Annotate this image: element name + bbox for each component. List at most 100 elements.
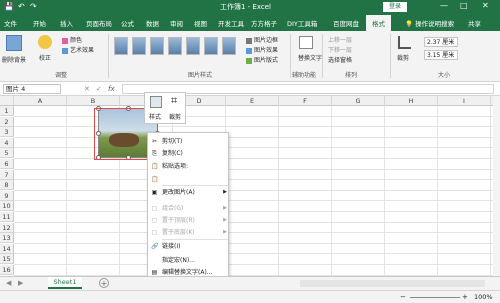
help-search[interactable]: 💡 操作说明搜索 bbox=[405, 18, 454, 28]
sheet-tab-sheet1[interactable]: Sheet1 bbox=[48, 277, 82, 289]
picture-style-2[interactable] bbox=[132, 37, 146, 55]
tab-developer[interactable]: 开发工具 bbox=[218, 18, 244, 28]
tab-page-layout[interactable]: 页面布局 bbox=[86, 18, 112, 28]
context-menu-item[interactable]: 🔗 链接(I) bbox=[148, 241, 230, 252]
row-header[interactable]: 13 bbox=[0, 233, 14, 244]
maximize-icon[interactable]: □ bbox=[460, 1, 468, 10]
tab-insert[interactable]: 插入 bbox=[60, 18, 73, 28]
art-effects-button[interactable]: 艺术效果 bbox=[62, 45, 94, 54]
context-menu-item[interactable]: 指定宏(N)... bbox=[148, 255, 230, 266]
row-header[interactable]: 6 bbox=[0, 159, 14, 169]
picture-effects-button[interactable]: 图片效果 bbox=[246, 45, 278, 54]
picture-style-7[interactable] bbox=[222, 37, 236, 55]
zoom-in-button[interactable]: + bbox=[462, 293, 468, 301]
zoom-level[interactable]: 100% bbox=[474, 293, 493, 301]
zoom-slider[interactable] bbox=[410, 297, 460, 298]
row-header[interactable]: 9 bbox=[0, 190, 14, 201]
tab-formulas[interactable]: 公式 bbox=[121, 18, 134, 28]
context-menu-item[interactable]: ▢ 置于底层(K) ▶ bbox=[148, 227, 230, 238]
tab-format[interactable]: 格式 bbox=[366, 15, 391, 31]
tab-view[interactable]: 视图 bbox=[194, 18, 207, 28]
mini-style-button[interactable]: 样式 bbox=[149, 112, 161, 121]
bring-forward-button[interactable]: 上移一层 bbox=[328, 35, 352, 44]
mini-crop-button[interactable]: 裁剪 bbox=[169, 112, 181, 121]
send-backward-button[interactable]: 下移一层 bbox=[328, 45, 352, 54]
row-header[interactable]: 1 bbox=[0, 106, 14, 116]
row-header[interactable]: 12 bbox=[0, 222, 14, 233]
row-header[interactable]: 16 bbox=[0, 265, 14, 275]
row-header[interactable]: 5 bbox=[0, 148, 14, 159]
tab-data[interactable]: 数据 bbox=[146, 18, 159, 28]
context-menu-item[interactable]: 📋 粘贴选项: bbox=[148, 161, 230, 172]
width-input[interactable]: 3.15 厘米 bbox=[424, 50, 458, 60]
picture-style-5[interactable] bbox=[186, 37, 200, 55]
minimize-icon[interactable]: — bbox=[440, 1, 448, 10]
selection-pane-button[interactable]: 选择窗格 bbox=[328, 55, 352, 64]
row-header[interactable]: 10 bbox=[0, 201, 14, 212]
enter-icon[interactable]: ✓ bbox=[96, 85, 102, 93]
picture-style-3[interactable] bbox=[150, 37, 164, 55]
crop-button[interactable]: 裁剪 bbox=[397, 53, 409, 62]
row-header[interactable]: 8 bbox=[0, 180, 14, 191]
tab-review[interactable]: 审阅 bbox=[170, 18, 183, 28]
brightness-icon[interactable] bbox=[38, 35, 52, 49]
picture-border-button[interactable]: 图片边框 bbox=[246, 35, 278, 44]
tab-baidu-netdisk[interactable]: 百度网盘 bbox=[333, 18, 359, 28]
select-all-corner[interactable] bbox=[0, 96, 14, 106]
scroll-left-icon[interactable]: ◀ bbox=[6, 279, 11, 287]
column-header[interactable]: B bbox=[67, 96, 120, 106]
context-menu-item[interactable]: ✂ 剪切(T) bbox=[148, 136, 230, 147]
tab-home[interactable]: 开始 bbox=[33, 18, 46, 28]
scroll-right-icon[interactable]: ▶ bbox=[18, 279, 23, 287]
share-button[interactable]: 共享 bbox=[468, 18, 481, 28]
picture-style-1[interactable] bbox=[114, 37, 128, 55]
context-menu-item[interactable]: ▢ 组合(G) ▶ bbox=[148, 203, 230, 214]
correct-button[interactable]: 校正 bbox=[39, 53, 51, 62]
save-icon[interactable]: 💾 bbox=[4, 2, 14, 11]
name-box[interactable]: 图片 4 bbox=[3, 84, 61, 94]
context-menu-item[interactable]: 📋 bbox=[148, 174, 230, 185]
row-header[interactable]: 15 bbox=[0, 254, 14, 265]
column-header[interactable]: A bbox=[14, 96, 67, 106]
horizontal-scrollbar[interactable] bbox=[300, 280, 485, 287]
add-sheet-button[interactable]: + bbox=[99, 278, 109, 288]
row-header[interactable]: 3 bbox=[0, 127, 14, 138]
undo-icon[interactable]: ↶ bbox=[18, 2, 25, 11]
column-header[interactable]: F bbox=[279, 96, 332, 106]
row-header[interactable]: 2 bbox=[0, 116, 14, 127]
row-header[interactable]: 4 bbox=[0, 137, 14, 148]
style-icon[interactable] bbox=[150, 96, 162, 108]
column-header[interactable]: E bbox=[226, 96, 279, 106]
picture-style-6[interactable] bbox=[204, 37, 218, 55]
column-header[interactable]: G bbox=[332, 96, 385, 106]
column-header[interactable]: I bbox=[438, 96, 491, 106]
remove-background-icon[interactable] bbox=[6, 35, 22, 51]
row-header[interactable]: 14 bbox=[0, 243, 14, 254]
row-header[interactable]: 11 bbox=[0, 212, 14, 222]
alt-text-icon[interactable] bbox=[299, 36, 313, 49]
login-button[interactable]: 登录 bbox=[383, 2, 407, 12]
crop-icon[interactable]: ⌗ bbox=[171, 94, 177, 108]
worksheet-grid[interactable]: ABCDEFGHIJ 12345678910111213141516 bbox=[0, 96, 493, 276]
context-menu-item[interactable]: ▣ 更改图片(A) ▶ bbox=[148, 187, 230, 198]
context-menu-item[interactable]: ▢ 置于顶层(R) ▶ bbox=[148, 215, 230, 226]
crop-icon[interactable] bbox=[398, 36, 411, 49]
zoom-out-button[interactable]: − bbox=[400, 293, 406, 301]
picture-style-4[interactable] bbox=[168, 37, 182, 55]
tab-fangfang[interactable]: 方方格子 bbox=[251, 18, 277, 28]
color-button[interactable]: 颜色 bbox=[62, 35, 82, 44]
close-icon[interactable]: ✕ bbox=[482, 1, 489, 10]
vertical-scrollbar[interactable] bbox=[493, 96, 500, 276]
tab-diy-toolbox[interactable]: DIY工具箱 bbox=[287, 18, 317, 28]
picture-layout-button[interactable]: 图片版式 bbox=[246, 55, 278, 64]
height-input[interactable]: 2.37 厘米 bbox=[424, 37, 458, 47]
tab-file[interactable]: 文件 bbox=[4, 18, 17, 28]
function-icon[interactable]: fx bbox=[108, 85, 115, 93]
context-menu-item[interactable]: ⎘ 复制(C) bbox=[148, 148, 230, 159]
row-header[interactable]: 7 bbox=[0, 169, 14, 180]
column-header[interactable]: H bbox=[385, 96, 438, 106]
remove-background-button[interactable]: 删除背景 bbox=[2, 55, 26, 64]
cancel-icon[interactable]: ✕ bbox=[84, 85, 90, 93]
redo-icon[interactable]: ↷ bbox=[30, 2, 37, 11]
alt-text-button[interactable]: 替换文字 bbox=[298, 53, 322, 62]
